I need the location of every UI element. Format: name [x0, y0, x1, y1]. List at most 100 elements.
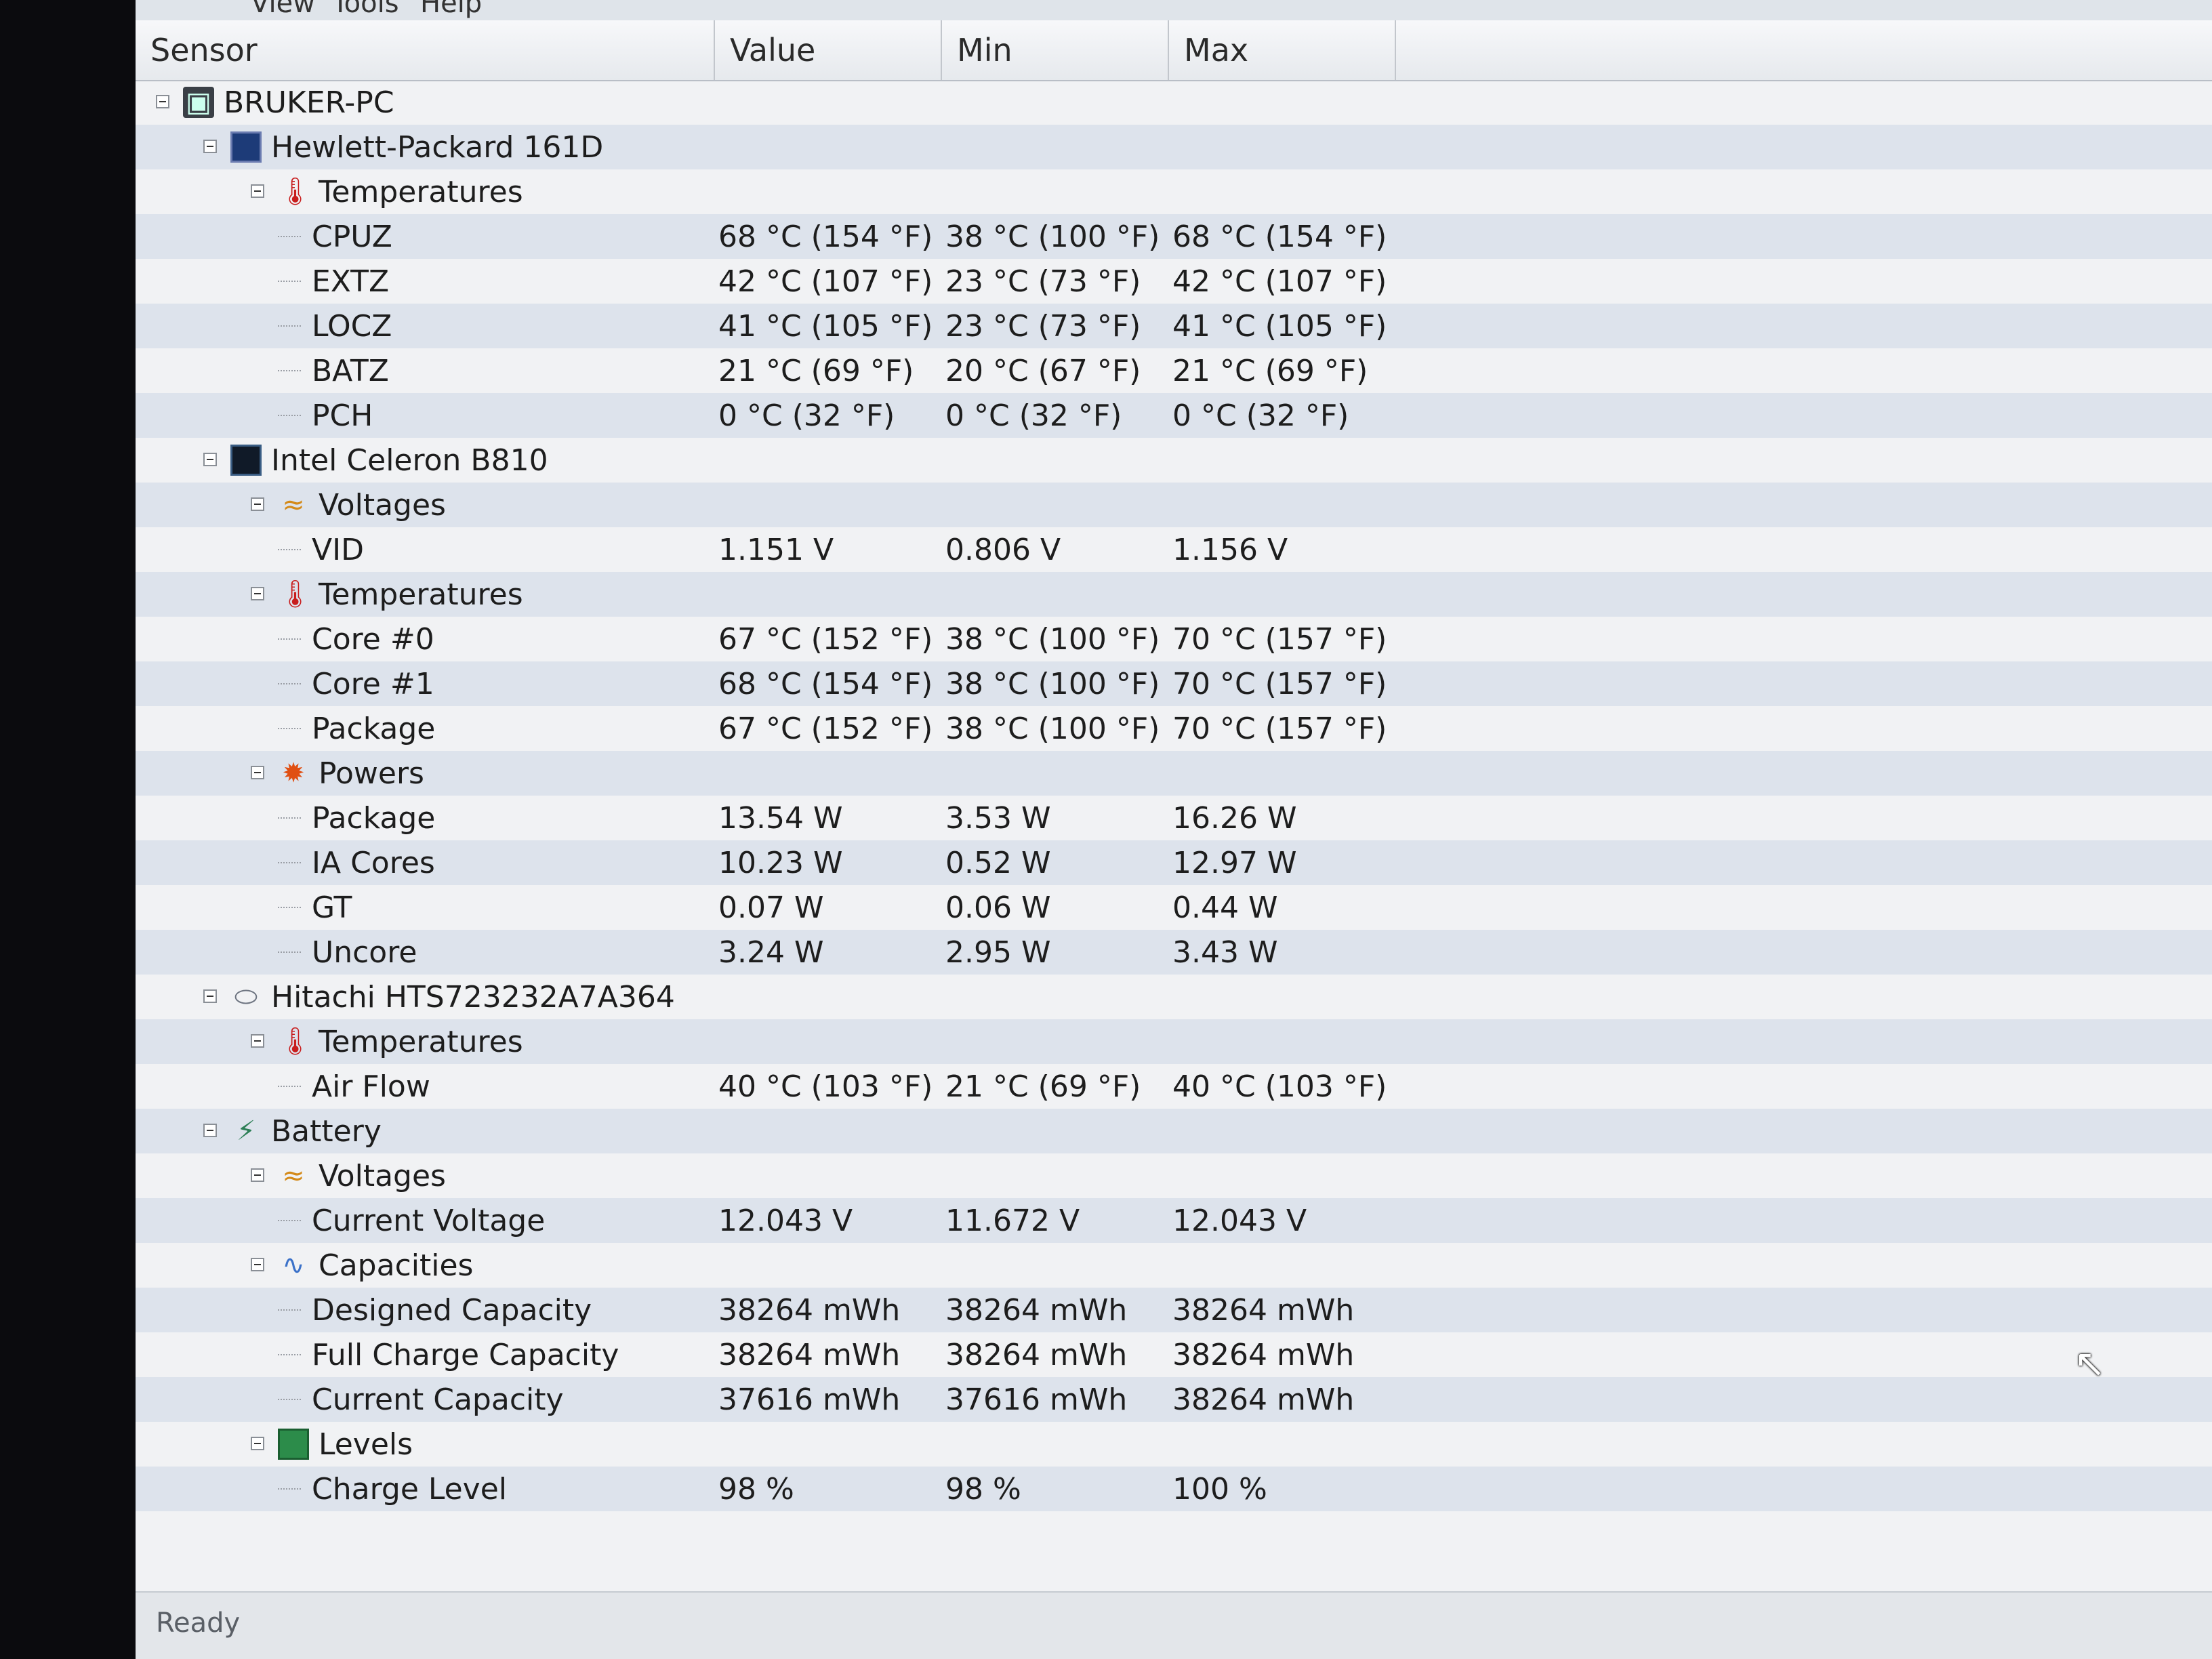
- collapse-toggle-icon[interactable]: [251, 766, 264, 779]
- sensor-row[interactable]: Air Flow 40 °C (103 °F) 21 °C (69 °F) 40 °C…: [136, 1064, 2212, 1109]
- tree-group-row[interactable]: 🌡 Temperatures: [136, 169, 2212, 214]
- collapse-toggle-icon[interactable]: [203, 1124, 217, 1137]
- voltage-icon: ≈: [282, 489, 305, 520]
- tree-branch-line: [278, 728, 301, 729]
- sensor-label: IA Cores: [312, 846, 435, 880]
- sensor-row[interactable]: EXTZ 42 °C (107 °F) 23 °C (73 °F) 42 °C (10…: [136, 259, 2212, 304]
- menu-tools[interactable]: Tools: [332, 0, 399, 19]
- tree-branch-line: [278, 907, 301, 908]
- sensor-min: 38 °C (100 °F): [945, 220, 1160, 254]
- sensor-label: VID: [312, 533, 364, 567]
- collapse-toggle-icon[interactable]: [203, 140, 217, 153]
- sensor-row[interactable]: Current Voltage 12.043 V 11.672 V 12.043 V: [136, 1198, 2212, 1243]
- sensor-row[interactable]: Uncore 3.24 W 2.95 W 3.43 W: [136, 930, 2212, 975]
- sensor-label: Package: [312, 801, 436, 836]
- menu-help[interactable]: Help: [420, 0, 482, 19]
- sensor-row[interactable]: LOCZ 41 °C (105 °F) 23 °C (73 °F) 41 °C (10…: [136, 304, 2212, 348]
- sensor-label: Voltages: [319, 1159, 446, 1193]
- sensor-value: 67 °C (152 °F): [718, 622, 933, 657]
- sensor-max: 12.043 V: [1172, 1204, 1307, 1238]
- sensor-max: 21 °C (69 °F): [1172, 354, 1368, 388]
- collapse-toggle-icon[interactable]: [251, 1034, 264, 1048]
- sensor-value: 1.151 V: [718, 533, 834, 567]
- collapse-toggle-icon[interactable]: [251, 1258, 264, 1271]
- tree-group-row[interactable]: Intel Celeron B810: [136, 438, 2212, 483]
- sensor-min: 3.53 W: [945, 801, 1051, 836]
- sensor-row[interactable]: GT 0.07 W 0.06 W 0.44 W: [136, 885, 2212, 930]
- sensor-label: Battery: [271, 1114, 382, 1149]
- voltage-icon: ≈: [282, 1160, 305, 1191]
- tree-branch-line: [278, 1488, 301, 1490]
- sensor-label: Hewlett-Packard 161D: [271, 130, 604, 165]
- sensor-value: 10.23 W: [718, 846, 843, 880]
- sensor-value: 67 °C (152 °F): [718, 712, 933, 746]
- disk-icon: ⬭: [234, 981, 258, 1012]
- collapse-toggle-icon[interactable]: [203, 989, 217, 1003]
- menu-view[interactable]: View: [251, 0, 315, 19]
- sensor-label: GT: [312, 890, 352, 925]
- sensor-row[interactable]: BATZ 21 °C (69 °F) 20 °C (67 °F) 21 °C (69 …: [136, 348, 2212, 393]
- sensor-max: 38264 mWh: [1172, 1338, 1355, 1372]
- sensor-tree[interactable]: ▣ BRUKER-PC Hewlett-Packard 161D 🌡 Temperatu…: [136, 80, 2212, 1591]
- sensor-value: 13.54 W: [718, 801, 843, 836]
- column-value[interactable]: Value: [715, 20, 942, 80]
- sensor-label: Current Voltage: [312, 1204, 546, 1238]
- tree-group-row[interactable]: ≈ Voltages: [136, 483, 2212, 527]
- sensor-max: 100 %: [1172, 1472, 1267, 1507]
- collapse-toggle-icon[interactable]: [251, 1168, 264, 1182]
- sensor-row[interactable]: CPUZ 68 °C (154 °F) 38 °C (100 °F) 68 °C (1…: [136, 214, 2212, 259]
- sensor-row[interactable]: Core #0 67 °C (152 °F) 38 °C (100 °F) 70 °C…: [136, 617, 2212, 661]
- sensor-max: 68 °C (154 °F): [1172, 220, 1387, 254]
- tree-group-row[interactable]: ∿ Capacities: [136, 1243, 2212, 1288]
- column-min[interactable]: Min: [942, 20, 1169, 80]
- collapse-toggle-icon[interactable]: [251, 497, 264, 511]
- tree-group-row[interactable]: ⚡ Battery: [136, 1109, 2212, 1153]
- sensor-value: 21 °C (69 °F): [718, 354, 914, 388]
- sensor-label: EXTZ: [312, 264, 390, 299]
- tree-group-row[interactable]: Levels: [136, 1422, 2212, 1467]
- collapse-toggle-icon[interactable]: [251, 1437, 264, 1450]
- sensor-max: 41 °C (105 °F): [1172, 309, 1387, 344]
- tree-group-row[interactable]: ⬭ Hitachi HTS723232A7A364: [136, 975, 2212, 1019]
- sensor-value: 68 °C (154 °F): [718, 220, 933, 254]
- collapse-toggle-icon[interactable]: [203, 453, 217, 466]
- battery-icon: ⚡: [236, 1115, 256, 1147]
- sensor-label: PCH: [312, 398, 373, 433]
- status-bar: Ready: [136, 1591, 2212, 1659]
- sensor-min: 0.06 W: [945, 890, 1051, 925]
- tree-group-row[interactable]: 🌡 Temperatures: [136, 572, 2212, 617]
- collapse-toggle-icon[interactable]: [251, 184, 264, 198]
- tree-group-row[interactable]: ≈ Voltages: [136, 1153, 2212, 1198]
- sensor-row[interactable]: VID 1.151 V 0.806 V 1.156 V: [136, 527, 2212, 572]
- sensor-label: Core #0: [312, 622, 434, 657]
- collapse-toggle-icon[interactable]: [156, 95, 169, 108]
- sensor-min: 0 °C (32 °F): [945, 398, 1122, 433]
- sensor-label: Temperatures: [319, 577, 523, 612]
- sensor-row[interactable]: Package 13.54 W 3.53 W 16.26 W: [136, 796, 2212, 840]
- thermometer-icon: 🌡: [278, 176, 312, 207]
- column-sensor[interactable]: Sensor: [136, 20, 715, 80]
- sensor-label: Capacities: [319, 1248, 474, 1283]
- tree-group-row[interactable]: ▣ BRUKER-PC: [136, 80, 2212, 125]
- tree-group-row[interactable]: ✹ Powers: [136, 751, 2212, 796]
- sensor-row[interactable]: Package 67 °C (152 °F) 38 °C (100 °F) 70 °C…: [136, 706, 2212, 751]
- sensor-row[interactable]: IA Cores 10.23 W 0.52 W 12.97 W: [136, 840, 2212, 885]
- tree-group-row[interactable]: 🌡 Temperatures: [136, 1019, 2212, 1064]
- sensor-row[interactable]: Full Charge Capacity 38264 mWh 38264 mWh 38…: [136, 1332, 2212, 1377]
- sensor-max: 40 °C (103 °F): [1172, 1069, 1387, 1104]
- sensor-row[interactable]: Core #1 68 °C (154 °F) 38 °C (100 °F) 70 °C…: [136, 661, 2212, 706]
- tree-branch-line: [278, 549, 301, 550]
- tree-branch-line: [278, 370, 301, 371]
- status-text: Ready: [156, 1607, 241, 1639]
- column-max[interactable]: Max: [1169, 20, 1396, 80]
- sensor-min: 0.52 W: [945, 846, 1051, 880]
- sensor-row[interactable]: Charge Level 98 % 98 % 100 %: [136, 1467, 2212, 1511]
- sensor-row[interactable]: Current Capacity 37616 mWh 37616 mWh 38264 …: [136, 1377, 2212, 1422]
- sensor-row[interactable]: PCH 0 °C (32 °F) 0 °C (32 °F) 0 °C (32 °F): [136, 393, 2212, 438]
- tree-group-row[interactable]: Hewlett-Packard 161D: [136, 125, 2212, 169]
- sensor-label: Air Flow: [312, 1069, 430, 1104]
- sensor-label: Current Capacity: [312, 1382, 564, 1417]
- sensor-label: Package: [312, 712, 436, 746]
- sensor-row[interactable]: Designed Capacity 38264 mWh 38264 mWh 38264…: [136, 1288, 2212, 1332]
- collapse-toggle-icon[interactable]: [251, 587, 264, 600]
